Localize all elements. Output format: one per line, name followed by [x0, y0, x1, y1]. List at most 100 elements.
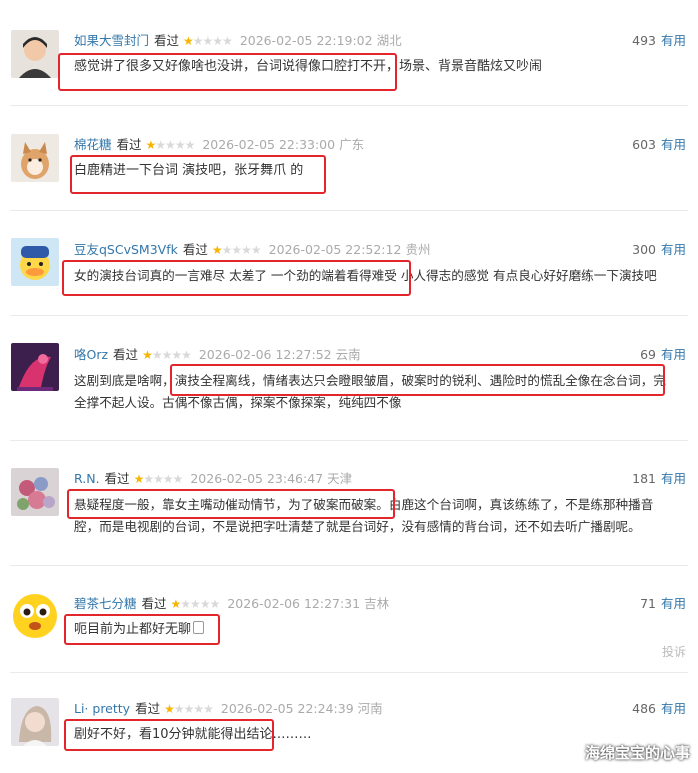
useful-button[interactable]: 有用: [661, 596, 686, 611]
emoji-icon: [193, 621, 205, 634]
divider: [10, 565, 688, 566]
vote-count: 300: [632, 242, 656, 257]
location: 贵州: [405, 242, 431, 257]
review-text-line: 白鹿精进一下台词 演技吧，张牙舞爪 的: [74, 163, 304, 178]
username-link[interactable]: 碧茶七分糖: [74, 596, 137, 611]
vote-area: 486 有用: [632, 700, 686, 718]
username-link[interactable]: 咯Orz: [74, 347, 108, 362]
star-icon: ★: [133, 472, 145, 486]
location: 广东: [339, 137, 365, 152]
location: 湖北: [376, 33, 402, 48]
review-text-line: 感觉讲了很多又好像啥也没讲，台词说得像口腔打不开，场景、背景音酷炫又吵闹: [74, 59, 543, 74]
avatar[interactable]: [11, 592, 59, 640]
review-meta: 咯Orz 看过 ★★★★★ 2026-02-06 12:27:52 云南: [74, 346, 361, 364]
watch-status: 看过: [141, 596, 167, 611]
location: 吉林: [364, 596, 390, 611]
avatar[interactable]: [11, 238, 59, 286]
timestamp: 2026-02-05 22:24:39: [220, 701, 354, 716]
avatar[interactable]: [11, 30, 59, 78]
divider: [10, 105, 688, 106]
review-content: 悬疑程度一般，靠女主嘴动催动情节，为了破案而破案。白鹿这个台词啊，真该练练了，不…: [74, 494, 686, 538]
review-text-line: 全撑不起人设。古偶不像古偶，探案不像探案，纯纯四不像: [74, 395, 402, 410]
watch-status: 看过: [154, 33, 180, 48]
review-content: 白鹿精进一下台词 演技吧，张牙舞爪 的: [74, 160, 686, 182]
vote-count: 493: [632, 33, 656, 48]
vote-count: 69: [640, 347, 656, 362]
star-icon: ★: [183, 34, 194, 48]
vote-count: 181: [632, 471, 656, 486]
vote-count: 486: [632, 701, 656, 716]
username-link[interactable]: Li· pretty: [74, 701, 130, 716]
star-icon: ★★★★: [143, 472, 183, 486]
rating-stars: ★★★★★: [142, 348, 192, 362]
review-meta: Li· pretty 看过 ★★★★★ 2026-02-05 22:24:39 河南: [74, 700, 383, 718]
divider: [10, 440, 688, 441]
useful-button[interactable]: 有用: [661, 347, 686, 362]
review-content: 这剧到底是啥啊，演技全程离线，情绪表达只会瞪眼皱眉，破案时的锐利、遇险时的慌乱全…: [74, 370, 686, 414]
watch-status: 看过: [113, 347, 139, 362]
review-text-line: 悬疑程度一般，靠女主嘴动催动情节，为了破案而破案。白鹿这个台词啊，真该练练了，不…: [74, 497, 654, 512]
rating-stars: ★★★★★: [133, 472, 184, 486]
watch-status: 看过: [104, 471, 130, 486]
review-meta: 碧茶七分糖 看过 ★★★★★ 2026-02-06 12:27:31 吉林: [74, 595, 389, 613]
star-icon: ★★★★: [151, 348, 192, 362]
rating-stars: ★★★★★: [183, 34, 233, 48]
review-content: 女的演技台词真的一言难尽 太差了 一个劲的端着看得难受 小人得志的感觉 有点良心…: [74, 265, 686, 287]
vote-count: 71: [640, 596, 656, 611]
divider: [10, 210, 688, 211]
timestamp: 2026-02-06 12:27:31: [227, 596, 361, 611]
useful-button[interactable]: 有用: [661, 33, 686, 48]
star-icon: ★★★★: [192, 34, 233, 48]
location: 河南: [357, 701, 383, 716]
report-link[interactable]: 投诉: [662, 643, 686, 660]
rating-stars: ★★★★★: [145, 138, 196, 152]
useful-button[interactable]: 有用: [661, 701, 686, 716]
username-link[interactable]: 如果大雪封门: [74, 33, 149, 48]
avatar[interactable]: [11, 134, 59, 182]
rating-stars: ★★★★★: [211, 243, 262, 257]
star-icon: ★: [211, 243, 223, 257]
review-meta: 豆友qSCvSM3Vfk 看过 ★★★★★ 2026-02-05 22:52:12 贵州: [74, 241, 430, 259]
avatar[interactable]: [11, 468, 59, 516]
review-text-line: 女的演技台词真的一言难尽 太差了 一个劲的端着看得难受 小人得志的感觉 有点良心…: [74, 268, 657, 283]
username-link[interactable]: 棉花糖: [74, 137, 112, 152]
star-icon: ★★★★: [155, 138, 195, 152]
location: 云南: [335, 347, 361, 362]
useful-button[interactable]: 有用: [661, 471, 686, 486]
username-link[interactable]: 豆友qSCvSM3Vfk: [74, 242, 178, 257]
timestamp: 2026-02-06 12:27:52: [198, 347, 332, 362]
useful-button[interactable]: 有用: [661, 137, 686, 152]
star-icon: ★: [145, 138, 157, 152]
vote-area: 181 有用: [632, 470, 686, 488]
review-text-line: 呃目前为止都好无聊: [74, 619, 686, 641]
location: 天津: [327, 471, 353, 486]
vote-area: 300 有用: [632, 241, 686, 259]
avatar[interactable]: [11, 698, 59, 746]
useful-button[interactable]: 有用: [661, 242, 686, 257]
watch-status: 看过: [116, 137, 142, 152]
star-icon: ★★★★: [180, 597, 220, 611]
avatar[interactable]: [11, 343, 59, 391]
rating-stars: ★★★★★: [171, 597, 221, 611]
review-text-line: 这剧到底是啥啊，演技全程离线，情绪表达只会瞪眼皱眉，破案时的锐利、遇险时的慌乱全…: [74, 373, 666, 388]
timestamp: 2026-02-05 22:19:02: [239, 33, 373, 48]
star-icon: ★★★★: [173, 702, 214, 716]
vote-area: 69 有用: [640, 346, 686, 364]
timestamp: 2026-02-05 23:46:47: [190, 471, 324, 486]
star-icon: ★: [164, 702, 175, 716]
timestamp: 2026-02-05 22:52:12: [268, 242, 402, 257]
rating-stars: ★★★★★: [164, 702, 214, 716]
vote-area: 71 有用: [640, 595, 686, 613]
review-content: 呃目前为止都好无聊: [74, 619, 686, 641]
watch-status: 看过: [182, 242, 208, 257]
divider: [10, 672, 688, 673]
vote-area: 603 有用: [632, 136, 686, 154]
star-icon: ★: [142, 348, 153, 362]
vote-count: 603: [632, 137, 656, 152]
review-meta: 棉花糖 看过 ★★★★★ 2026-02-05 22:33:00 广东: [74, 136, 364, 154]
divider: [10, 315, 688, 316]
review-text-line: 腔，而是电视剧的台词，不是说把字吐清楚了就是台词好，没有感情的背台词，还不如去听…: [74, 519, 641, 534]
username-link[interactable]: R.N.: [74, 471, 100, 486]
vote-area: 493 有用: [632, 32, 686, 50]
star-icon: ★★★★: [221, 243, 262, 257]
